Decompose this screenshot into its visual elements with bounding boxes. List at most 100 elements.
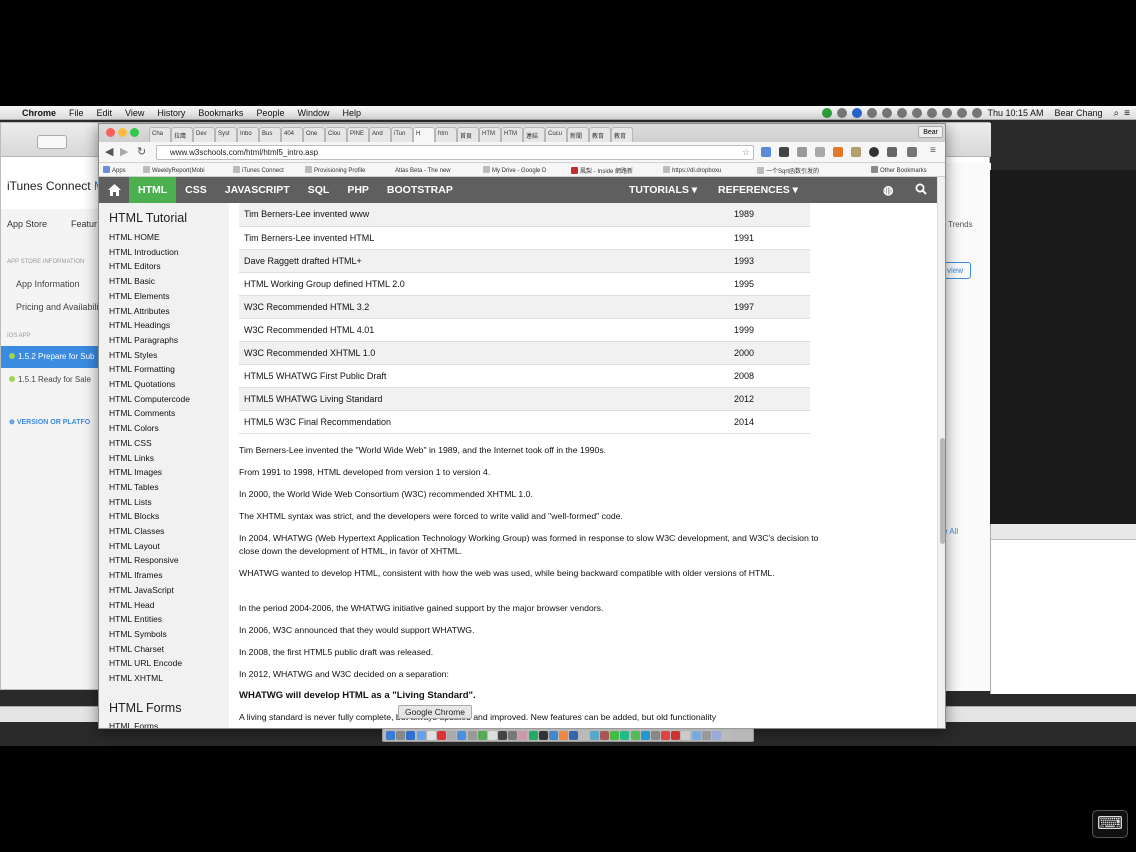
dock-app-icon[interactable]: [569, 730, 579, 740]
sidebar-item[interactable]: HTML HOME: [109, 232, 160, 242]
sidebar-item[interactable]: HTML Headings: [109, 320, 170, 330]
profile-button[interactable]: Bear: [918, 126, 943, 138]
sidebar-item-pricing[interactable]: Pricing and Availabilit: [16, 302, 101, 312]
browser-tab[interactable]: Dev: [193, 127, 215, 142]
dock-app-icon[interactable]: [487, 730, 497, 740]
bookmark-provisioning[interactable]: Provisioning Profile: [305, 166, 365, 174]
address-bar[interactable]: www.w3schools.com/html/html5_intro.asp ☆: [156, 145, 754, 160]
status-app-icon[interactable]: [897, 108, 908, 118]
tab-trends[interactable]: Trends: [948, 220, 973, 229]
browser-tab[interactable]: 新聞: [567, 127, 589, 142]
extension-icon[interactable]: [869, 147, 879, 157]
sidebar-item[interactable]: HTML Formatting: [109, 364, 175, 374]
close-window-icon[interactable]: [106, 128, 115, 137]
dock-app-icon[interactable]: [386, 730, 395, 740]
sidebar-item[interactable]: HTML Responsive: [109, 555, 179, 565]
chrome-menu-icon[interactable]: ≡: [930, 145, 936, 156]
sidebar-item[interactable]: HTML Symbols: [109, 629, 167, 639]
dock-app-icon[interactable]: [508, 730, 518, 740]
sidebar-item[interactable]: HTML Introduction: [109, 247, 179, 257]
nav-sql[interactable]: SQL: [299, 177, 339, 203]
browser-tab[interactable]: Cha: [149, 127, 171, 142]
forward-icon[interactable]: ▶: [120, 145, 128, 158]
sidebar-item[interactable]: HTML Lists: [109, 497, 152, 507]
nav-bootstrap[interactable]: BOOTSTRAP: [378, 177, 462, 203]
sidebar-item[interactable]: HTML Entities: [109, 614, 162, 624]
extension-icon[interactable]: [797, 147, 807, 157]
menu-help[interactable]: Help: [342, 108, 361, 118]
nav-css[interactable]: CSS: [176, 177, 216, 203]
sidebar-item[interactable]: HTML Comments: [109, 408, 175, 418]
browser-tab[interactable]: Bus: [259, 127, 281, 142]
dock-app-icon[interactable]: [406, 730, 416, 740]
browser-tab[interactable]: iTun: [391, 127, 413, 142]
dock-app-icon[interactable]: [549, 730, 558, 740]
spotlight-icon[interactable]: ⌕: [1114, 108, 1120, 119]
bookmark-my-drive[interactable]: My Drive - Google D: [483, 166, 546, 174]
dock-app-icon[interactable]: [650, 730, 660, 740]
extension-icon[interactable]: [833, 147, 843, 157]
status-app-icon[interactable]: [882, 108, 893, 118]
dock-app-icon[interactable]: [436, 730, 446, 740]
version-1-5-2[interactable]: 1.5.2 Prepare for Sub: [1, 346, 99, 368]
user-name[interactable]: Bear Chang: [1055, 108, 1103, 118]
dock-app-icon[interactable]: [498, 730, 508, 740]
dock-app-icon[interactable]: [701, 730, 711, 740]
browser-tab[interactable]: 拉鹰: [171, 127, 193, 142]
tab-app-store[interactable]: App Store: [7, 219, 47, 229]
browser-tab[interactable]: htm: [435, 127, 457, 142]
nav-tutorials[interactable]: TUTORIALS ▾: [629, 177, 697, 203]
minimize-window-icon[interactable]: [118, 128, 127, 137]
tab-features[interactable]: Featur: [71, 219, 97, 229]
page-scrollbar[interactable]: [937, 177, 945, 728]
sidebar-item[interactable]: HTML URL Encode: [109, 658, 182, 668]
dock-app-icon[interactable]: [712, 730, 721, 740]
browser-tab[interactable]: 教育: [611, 127, 633, 142]
dock-app-icon[interactable]: [620, 730, 630, 740]
extension-icon[interactable]: [815, 147, 825, 157]
dock-app-icon[interactable]: [426, 730, 436, 740]
dock-app-icon[interactable]: [681, 730, 691, 740]
dock-app-icon[interactable]: [722, 730, 732, 740]
sidebar-item[interactable]: HTML Styles: [109, 350, 157, 360]
dock-app-icon[interactable]: [661, 730, 671, 740]
menu-chrome[interactable]: Chrome: [22, 108, 56, 118]
browser-tab[interactable]: PINE: [347, 127, 369, 142]
bookmark-inside[interactable]: 鳳梨 - Inside 網路新: [571, 166, 633, 175]
sidebar-item[interactable]: HTML CSS: [109, 438, 152, 448]
dock-app-icon[interactable]: [467, 730, 477, 740]
extension-icon[interactable]: [887, 147, 897, 157]
dock-app-icon[interactable]: [589, 730, 599, 740]
bookmark-weeklyreport[interactable]: WeeklyReport(Mobi: [143, 166, 205, 174]
sidebar-item[interactable]: HTML JavaScript: [109, 585, 174, 595]
browser-tab[interactable]: Inbo: [237, 127, 259, 142]
sidebar-item[interactable]: HTML Quotations: [109, 379, 175, 389]
menu-edit[interactable]: Edit: [97, 108, 113, 118]
menu-bookmarks[interactable]: Bookmarks: [198, 108, 243, 118]
clock[interactable]: Thu 10:15 AM: [987, 108, 1043, 118]
itunes-back-forward[interactable]: [37, 135, 67, 149]
browser-tab[interactable]: HTM: [479, 127, 501, 142]
dropbox-icon[interactable]: [852, 108, 863, 118]
status-app-icon[interactable]: [837, 108, 848, 118]
sidebar-item[interactable]: HTML Tables: [109, 482, 159, 492]
notification-center-icon[interactable]: ≡: [1124, 108, 1130, 119]
bookmark-atlas[interactable]: Atlas Beta - The new: [395, 166, 451, 174]
line-icon[interactable]: [822, 108, 833, 118]
extension-icon[interactable]: [907, 147, 917, 157]
sidebar-item[interactable]: HTML Iframes: [109, 570, 163, 580]
search-icon[interactable]: [915, 177, 927, 203]
sidebar-item[interactable]: HTML Computercode: [109, 394, 190, 404]
dock-app-icon[interactable]: [518, 730, 528, 740]
browser-tab[interactable]: And: [369, 127, 391, 142]
sidebar-item-app-information[interactable]: App Information: [16, 279, 80, 289]
extension-icon[interactable]: [761, 147, 771, 157]
sidebar-item[interactable]: HTML Paragraphs: [109, 335, 178, 345]
bookmark-itunes-connect[interactable]: iTunes Connect: [233, 166, 284, 174]
home-icon[interactable]: [99, 177, 129, 203]
wifi-icon[interactable]: [927, 108, 938, 118]
sidebar-item[interactable]: HTML Images: [109, 467, 162, 477]
volume-icon[interactable]: [942, 108, 953, 118]
bookmark-other[interactable]: Other Bookmarks: [871, 166, 927, 174]
menu-file[interactable]: File: [69, 108, 84, 118]
